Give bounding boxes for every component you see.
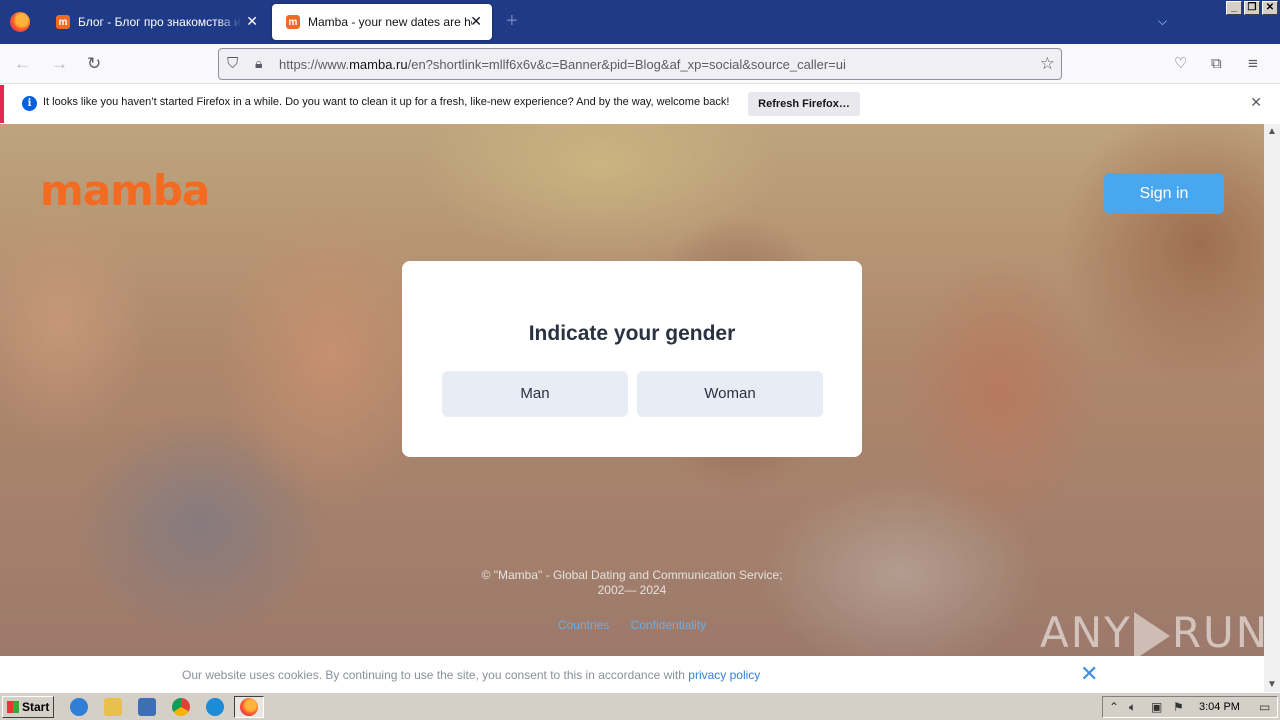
windows-flag-icon <box>7 701 19 713</box>
close-window-icon[interactable]: ✕ <box>1262 1 1278 15</box>
copyright-line: © "Mamba" - Global Dating and Communicat… <box>481 568 783 582</box>
tab-blog[interactable]: m Блог - Блог про знакомства и отношения… <box>42 4 268 40</box>
extensions-icon[interactable]: ⧉ <box>1211 54 1222 74</box>
chrome-icon[interactable] <box>172 698 190 716</box>
show-hidden-icons-icon[interactable]: ⌃ <box>1109 700 1119 714</box>
close-icon[interactable]: ✕ <box>1080 663 1098 685</box>
refresh-firefox-button[interactable]: Refresh Firefox… <box>748 92 860 116</box>
countries-link[interactable]: Countries <box>558 618 609 632</box>
anyrun-watermark: ANY RUN <box>1040 610 1269 660</box>
action-center-flag-icon[interactable]: ⚑ <box>1173 700 1184 714</box>
bookmark-star-icon[interactable]: ☆ <box>1040 54 1055 74</box>
cookie-text: Our website uses cookies. By continuing … <box>182 668 761 682</box>
minimize-icon[interactable]: _ <box>1226 1 1242 15</box>
mamba-logo[interactable]: mamba <box>40 168 210 214</box>
privacy-policy-link[interactable]: privacy policy <box>688 668 760 682</box>
clock[interactable]: 3:04 PM <box>1199 701 1240 713</box>
navigation-toolbar: ← → ↻ ⛉ 🔒︎ https://www.mamba.ru/en?short… <box>0 44 1280 84</box>
copyright-years: 2002— 2024 <box>597 583 667 597</box>
network-icon[interactable]: ▣ <box>1151 700 1162 714</box>
url-text[interactable]: https://www.mamba.ru/en?shortlink=mllf6x… <box>279 57 846 72</box>
play-icon <box>1133 611 1170 660</box>
man-button[interactable]: Man <box>442 371 628 417</box>
tab-title: Mamba - your new dates are here <box>308 15 472 29</box>
cookie-banner: Our website uses cookies. By continuing … <box>0 656 1264 692</box>
mamba-favicon-icon: m <box>286 15 300 29</box>
copyright-text: © "Mamba" - Global Dating and Communicat… <box>0 568 1264 598</box>
close-icon[interactable]: ✕ <box>470 14 482 28</box>
chevron-down-icon[interactable]: ⌵ <box>1158 14 1167 29</box>
system-tray: ⌃ 🔈︎ ▣ ⚑ 3:04 PM ▭ <box>1102 696 1278 718</box>
notification-message: It looks like you haven’t started Firefo… <box>43 96 730 108</box>
shield-icon[interactable]: ⛉ <box>227 55 238 72</box>
start-button[interactable]: Start <box>2 696 54 718</box>
mamba-favicon-icon: m <box>56 15 70 29</box>
edge-icon[interactable] <box>206 698 224 716</box>
new-tab-icon[interactable]: + <box>506 11 518 31</box>
gender-dialog: Indicate your gender Man Woman <box>402 261 862 457</box>
forward-arrow-icon[interactable]: → <box>51 54 68 74</box>
tab-mamba[interactable]: m Mamba - your new dates are here ✕ <box>272 4 492 40</box>
reload-icon[interactable]: ↻ <box>87 54 101 74</box>
address-bar[interactable]: ⛉ 🔒︎ https://www.mamba.ru/en?shortlink=m… <box>218 48 1062 80</box>
taskbar: Start ⌃ 🔈︎ ▣ ⚑ 3:04 PM ▭ <box>0 692 1280 720</box>
show-desktop-icon[interactable]: ▭ <box>1259 700 1270 714</box>
vertical-scrollbar[interactable]: ▲ ▼ <box>1264 124 1280 692</box>
close-icon[interactable]: ✕ <box>246 14 258 28</box>
info-icon: i <box>22 96 37 111</box>
scroll-up-icon[interactable]: ▲ <box>1267 126 1277 137</box>
sign-in-button[interactable]: Sign in <box>1104 173 1224 214</box>
volume-icon[interactable]: 🔈︎ <box>1129 700 1136 715</box>
restore-icon[interactable]: ❐ <box>1244 1 1260 15</box>
close-icon[interactable]: ✕ <box>1250 94 1262 111</box>
notification-bar: i It looks like you haven’t started Fire… <box>0 85 1280 123</box>
menu-icon[interactable]: ≡ <box>1248 54 1258 74</box>
pocket-icon[interactable]: ♡ <box>1174 54 1187 74</box>
firefox-icon[interactable] <box>240 698 258 716</box>
woman-button[interactable]: Woman <box>637 371 823 417</box>
back-arrow-icon[interactable]: ← <box>14 54 31 74</box>
media-player-icon[interactable] <box>138 698 156 716</box>
firefox-icon[interactable] <box>10 12 30 32</box>
folder-icon[interactable] <box>104 698 122 716</box>
window-controls: _ ❐ ✕ <box>1226 1 1278 15</box>
confidentiality-link[interactable]: Confidentiality <box>631 618 706 632</box>
lock-icon[interactable]: 🔒︎ <box>255 55 262 72</box>
page-content: mamba Sign in Indicate your gender Man W… <box>0 124 1264 656</box>
scroll-down-icon[interactable]: ▼ <box>1267 679 1277 690</box>
dialog-heading: Indicate your gender <box>528 322 736 345</box>
tab-title: Блог - Блог про знакомства и отношения <box>78 15 242 29</box>
tab-strip: m Блог - Блог про знакомства и отношения… <box>0 0 1280 44</box>
internet-explorer-icon[interactable] <box>70 698 88 716</box>
